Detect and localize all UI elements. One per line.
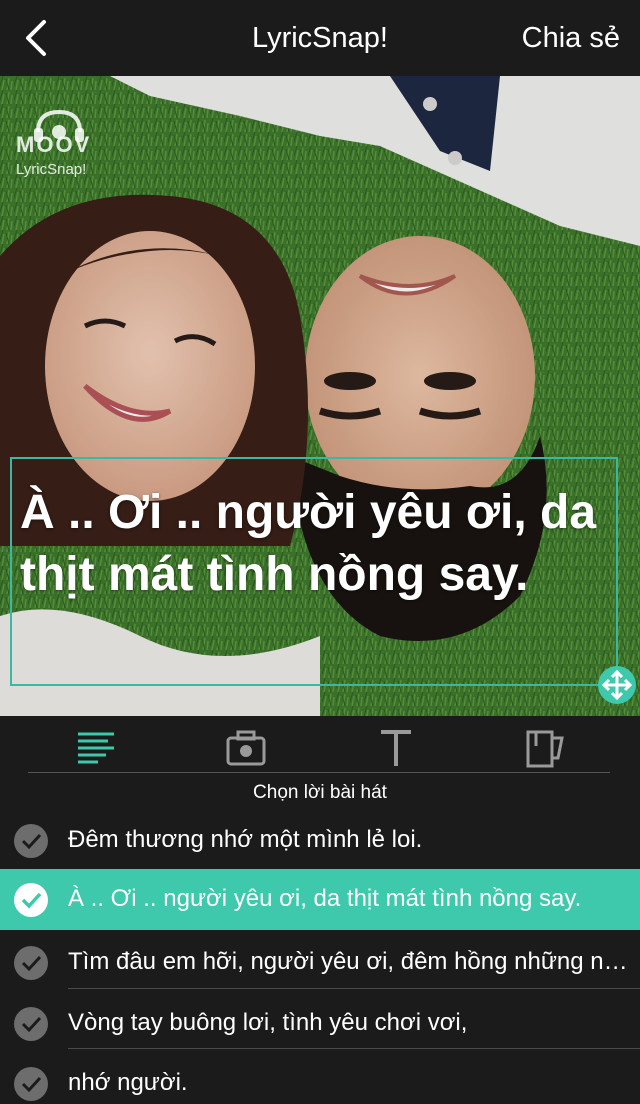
editor-toolbar xyxy=(0,716,640,774)
move-arrows-icon xyxy=(601,669,633,701)
mug-icon xyxy=(526,730,564,768)
lyric-item[interactable]: Đêm thương nhớ một mình lẻ loi. xyxy=(0,810,640,871)
lyric-item[interactable]: Tìm đâu em hỡi, người yêu ơi, đêm hồng n… xyxy=(0,932,640,993)
lyric-item[interactable]: nhớ người. xyxy=(0,1053,640,1104)
logo-subtitle: LyricSnap! xyxy=(16,161,87,178)
tab-text[interactable] xyxy=(368,724,424,768)
lyric-item-text: Đêm thương nhớ một mình lẻ loi. xyxy=(68,826,423,853)
share-button[interactable]: Chia sẻ xyxy=(522,22,620,55)
move-handle[interactable] xyxy=(598,666,636,704)
check-icon xyxy=(14,883,48,917)
lyrics-list-icon xyxy=(78,732,114,764)
list-divider xyxy=(68,988,640,989)
check-icon xyxy=(14,946,48,980)
tab-mug[interactable] xyxy=(518,724,574,768)
lyric-item-text: Tìm đâu em hỡi, người yêu ơi, đêm hồng n… xyxy=(68,948,628,975)
top-bar: LyricSnap! Chia sẻ xyxy=(0,0,640,76)
lyric-item-text: À .. Ơi .. người yêu ơi, da thịt mát tìn… xyxy=(68,885,582,912)
lyric-item-selected[interactable]: À .. Ơi .. người yêu ơi, da thịt mát tìn… xyxy=(0,869,640,930)
lyric-item[interactable]: Vòng tay buông lơi, tình yêu chơi vơi, xyxy=(0,993,640,1054)
check-icon xyxy=(14,824,48,858)
section-label: Chọn lời bài hát xyxy=(253,782,387,803)
text-icon xyxy=(381,730,411,766)
list-divider xyxy=(68,1048,640,1049)
tab-lyrics[interactable] xyxy=(68,724,124,768)
check-icon xyxy=(14,1007,48,1041)
lyric-overlay-text[interactable]: À .. Ơi .. người yêu ơi, da thịt mát tìn… xyxy=(20,482,620,606)
toolbar-divider xyxy=(28,772,610,773)
logo-text: MOOV xyxy=(16,132,92,157)
camera-icon xyxy=(226,730,266,766)
check-icon xyxy=(14,1067,48,1101)
lyric-item-text: nhớ người. xyxy=(68,1069,188,1096)
tab-photo[interactable] xyxy=(218,724,274,768)
lyric-item-text: Vòng tay buông lơi, tình yêu chơi vơi, xyxy=(68,1009,468,1036)
